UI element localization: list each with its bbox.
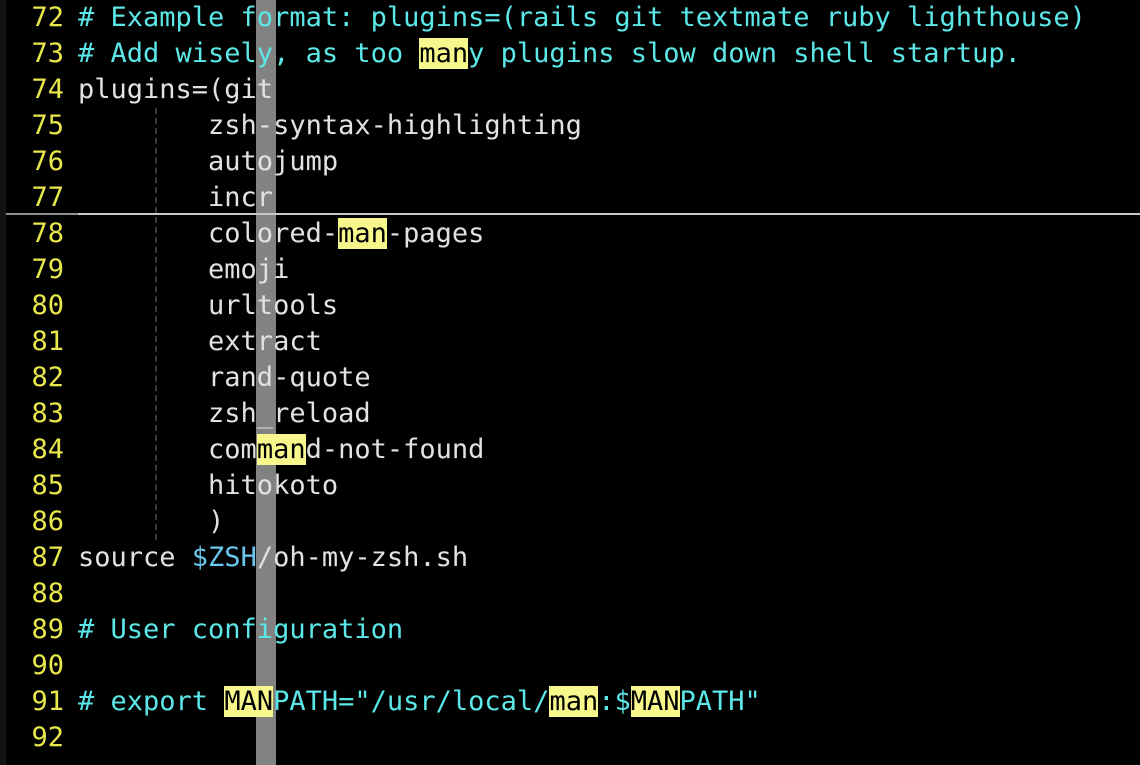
code-line[interactable]: 91 # export MANPATH="/usr/local/man:$MANP… bbox=[0, 684, 1140, 720]
search-match-highlight: MAN bbox=[224, 686, 274, 717]
code-line[interactable]: 72 # Example format: plugins=(rails git t… bbox=[0, 0, 1140, 36]
code-line[interactable]: 92 bbox=[0, 720, 1140, 756]
code-token: source bbox=[78, 542, 192, 573]
code-line[interactable]: 76 autojump bbox=[0, 144, 1140, 180]
line-number: 73 bbox=[31, 38, 64, 69]
line-number: 92 bbox=[31, 722, 64, 753]
line-number: 79 bbox=[31, 254, 64, 285]
code-token: rand-quote bbox=[78, 362, 371, 393]
line-number: 75 bbox=[31, 110, 64, 141]
line-code[interactable]: ) bbox=[78, 504, 224, 540]
code-line[interactable]: 87 source $ZSH/oh-my-zsh.sh bbox=[0, 540, 1140, 576]
line-number: 76 bbox=[31, 146, 64, 177]
search-match-highlight: MAN bbox=[630, 686, 680, 717]
line-code[interactable]: source $ZSH/oh-my-zsh.sh bbox=[78, 540, 468, 576]
line-number: 77 bbox=[31, 182, 64, 213]
line-number: 84 bbox=[31, 434, 64, 465]
code-token: PATH="/usr/local/ bbox=[273, 686, 550, 717]
line-number: 87 bbox=[31, 542, 64, 573]
code-line[interactable]: 88 bbox=[0, 576, 1140, 612]
line-code[interactable]: urltools bbox=[78, 288, 338, 324]
code-token: $ZSH bbox=[191, 542, 257, 573]
search-match-highlight: man bbox=[256, 434, 306, 465]
code-line[interactable]: 81 extract bbox=[0, 324, 1140, 360]
line-code[interactable]: incr bbox=[78, 180, 273, 216]
line-number: 72 bbox=[31, 2, 64, 33]
line-code[interactable]: zsh_reload bbox=[78, 396, 371, 432]
code-token: zsh-syntax-highlighting bbox=[78, 110, 582, 141]
line-number: 88 bbox=[31, 578, 64, 609]
line-code[interactable]: colored-man-pages bbox=[78, 216, 484, 252]
code-line[interactable]: 74 plugins=(git bbox=[0, 72, 1140, 108]
line-code[interactable]: # Add wisely, as too many plugins slow d… bbox=[78, 36, 1021, 72]
code-token: /oh-my-zsh.sh bbox=[256, 542, 469, 573]
code-token: autojump bbox=[78, 146, 339, 177]
code-token: urltools bbox=[78, 290, 339, 321]
code-token: emoji bbox=[78, 254, 290, 285]
code-token: ) bbox=[78, 506, 225, 537]
code-line[interactable]: 84 command-not-found bbox=[0, 432, 1140, 468]
line-number: 91 bbox=[31, 686, 64, 717]
code-line[interactable]: 79 emoji bbox=[0, 252, 1140, 288]
cursor-line-rule-gutter-segment bbox=[0, 213, 78, 215]
line-number: 89 bbox=[31, 614, 64, 645]
line-code[interactable]: zsh-syntax-highlighting bbox=[78, 108, 582, 144]
line-number: 90 bbox=[31, 650, 64, 681]
line-code[interactable]: rand-quote bbox=[78, 360, 371, 396]
search-match-highlight: man bbox=[549, 686, 599, 717]
line-number: 81 bbox=[31, 326, 64, 357]
code-line[interactable]: 78 colored-man-pages bbox=[0, 216, 1140, 252]
line-number: 82 bbox=[31, 362, 64, 393]
code-token: plugins=(git bbox=[78, 74, 274, 105]
code-line[interactable]: 83 zsh_reload bbox=[0, 396, 1140, 432]
code-line[interactable]: 77 incr bbox=[0, 180, 1140, 216]
code-token: hitokoto bbox=[78, 470, 339, 501]
code-token: :$ bbox=[598, 686, 631, 717]
line-number: 86 bbox=[31, 506, 64, 537]
line-code[interactable]: extract bbox=[78, 324, 322, 360]
line-number: 83 bbox=[31, 398, 64, 429]
line-number: 85 bbox=[31, 470, 64, 501]
code-token: # export bbox=[78, 686, 225, 717]
code-token: colored- bbox=[78, 218, 339, 249]
text-editor-viewport[interactable]: 72 # Example format: plugins=(rails git t… bbox=[0, 0, 1140, 765]
code-token: incr bbox=[78, 182, 274, 213]
line-code[interactable]: command-not-found bbox=[78, 432, 484, 468]
code-token: com bbox=[78, 434, 257, 465]
line-code[interactable]: # User configuration bbox=[78, 612, 403, 648]
code-token: # Example format: plugins=(rails git tex… bbox=[78, 2, 1086, 33]
code-line[interactable]: 85 hitokoto bbox=[0, 468, 1140, 504]
code-token: # Add wisely, as too bbox=[78, 38, 420, 69]
line-code[interactable]: autojump bbox=[78, 144, 338, 180]
cursor-line-rule bbox=[0, 213, 1140, 215]
code-token: zsh_reload bbox=[78, 398, 371, 429]
line-number: 74 bbox=[31, 74, 64, 105]
code-line[interactable]: 73 # Add wisely, as too many plugins slow… bbox=[0, 36, 1140, 72]
code-line[interactable]: 86 ) bbox=[0, 504, 1140, 540]
line-code[interactable]: plugins=(git bbox=[78, 72, 273, 108]
line-code[interactable]: emoji bbox=[78, 252, 289, 288]
code-line[interactable]: 80 urltools bbox=[0, 288, 1140, 324]
code-token: # User configuration bbox=[78, 614, 404, 645]
code-token: extract bbox=[78, 326, 322, 357]
line-number: 78 bbox=[31, 218, 64, 249]
code-token: -pages bbox=[386, 218, 485, 249]
code-line[interactable]: 90 bbox=[0, 648, 1140, 684]
line-code[interactable]: # export MANPATH="/usr/local/man:$MANPAT… bbox=[78, 684, 761, 720]
partial-bottom-line-clip: 93# You may need to manually set your la… bbox=[0, 752, 1140, 765]
code-line[interactable]: 75 zsh-syntax-highlighting bbox=[0, 108, 1140, 144]
window-left-edge bbox=[0, 0, 6, 765]
code-token: PATH" bbox=[679, 686, 761, 717]
code-token: d-not-found bbox=[305, 434, 485, 465]
search-match-highlight: man bbox=[338, 218, 387, 249]
line-code[interactable]: # Example format: plugins=(rails git tex… bbox=[78, 0, 1086, 36]
code-line[interactable]: 82 rand-quote bbox=[0, 360, 1140, 396]
line-code[interactable]: hitokoto bbox=[78, 468, 338, 504]
code-line[interactable]: 89 # User configuration bbox=[0, 612, 1140, 648]
code-token: y plugins slow down shell startup. bbox=[468, 38, 1021, 69]
search-match-highlight: man bbox=[419, 38, 469, 69]
line-number: 80 bbox=[31, 290, 64, 321]
